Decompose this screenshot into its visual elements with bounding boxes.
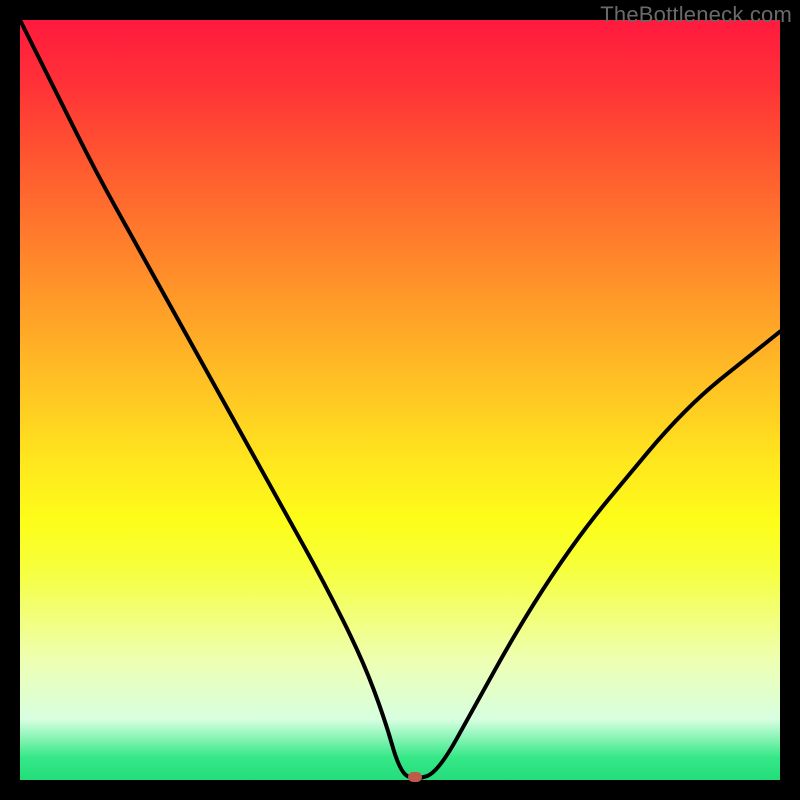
minimum-marker — [408, 772, 422, 782]
watermark-text: TheBottleneck.com — [600, 2, 792, 28]
chart-plot-area — [20, 20, 780, 780]
bottleneck-curve — [20, 20, 780, 780]
